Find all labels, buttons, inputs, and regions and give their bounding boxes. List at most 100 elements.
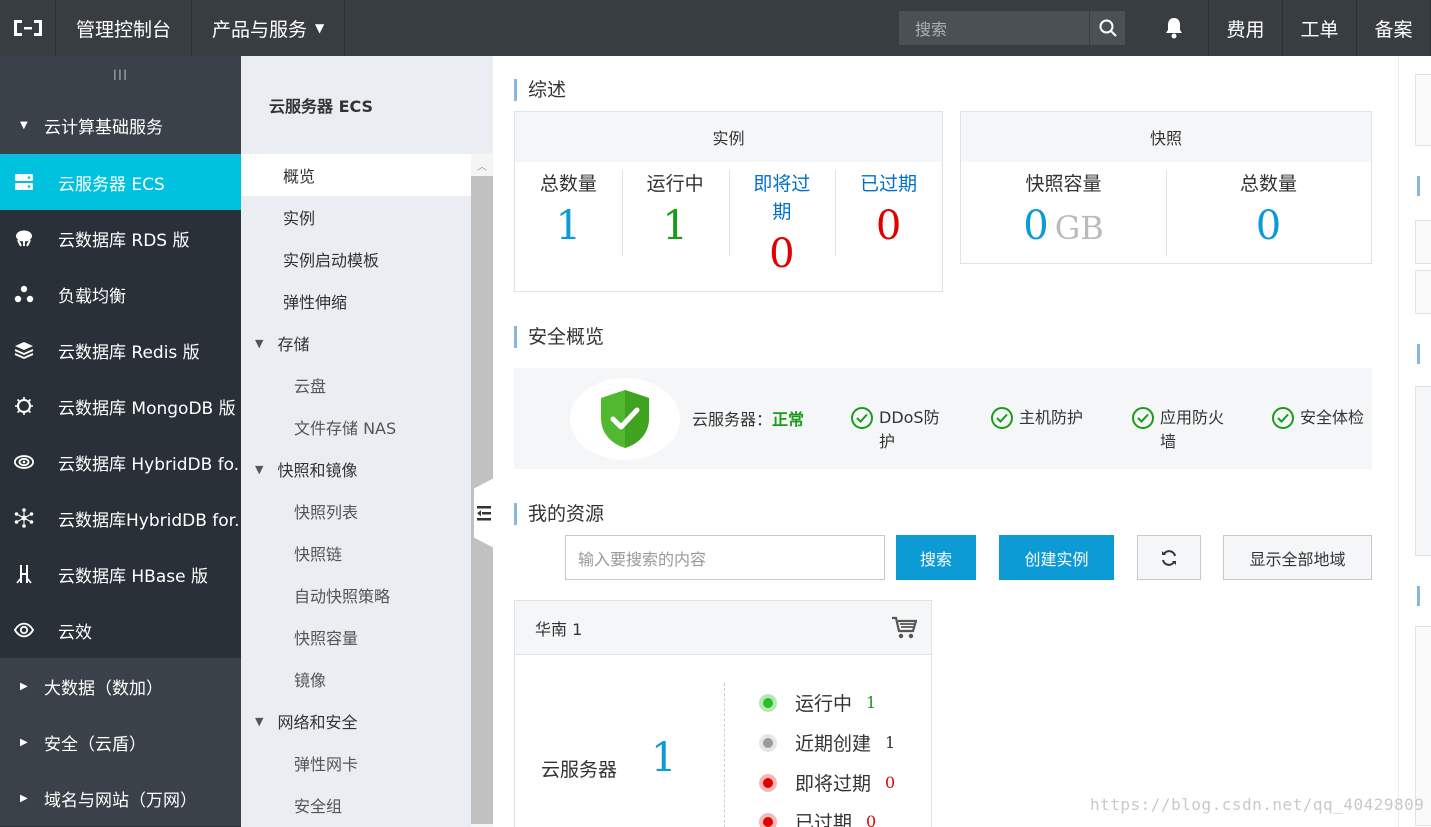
security-status: 云服务器：正常 (692, 406, 804, 430)
right-section-bar-3 (1417, 586, 1420, 606)
sub-nav-group[interactable]: ▼ 网络和安全 (241, 700, 471, 742)
nav-item-5[interactable]: 云数据库 HybridDB fo... (0, 434, 241, 490)
nav-item-label: 云效 (58, 622, 92, 643)
stat-total[interactable]: 总数量 1 (515, 162, 622, 290)
nav-group-label: 安全（云盾） (44, 734, 146, 755)
check-circle-icon (1132, 407, 1154, 429)
nav-item-label: 云数据库 MongoDB 版 (58, 398, 236, 419)
nav-group-collapsed-1[interactable]: ▶ 安全（云盾） (0, 714, 241, 770)
region-ecs-count[interactable]: 1 (651, 735, 676, 781)
region-status-row-3[interactable]: 已过期 0 (759, 808, 876, 827)
triangle-down-icon: ▼ (255, 336, 264, 350)
notifications-button[interactable] (1139, 0, 1209, 56)
sub-nav-item[interactable]: 镜像 (241, 658, 471, 700)
status-value: 1 (866, 693, 877, 712)
sub-nav-label: 概览 (283, 167, 316, 186)
nav-item-8[interactable]: 云效 (0, 602, 241, 658)
sub-nav-item[interactable]: 自动快照策略 (241, 574, 471, 616)
resource-search-button[interactable]: 搜索 (896, 535, 976, 580)
right-box-2 (1415, 220, 1431, 264)
nav-item-0[interactable]: 云服务器 ECS (0, 154, 241, 210)
region-ecs-label: 云服务器 (541, 759, 618, 781)
sub-nav-item[interactable]: 实例 (241, 196, 471, 238)
stat-running[interactable]: 运行中 1 (621, 162, 729, 290)
sub-nav-group[interactable]: ▼ 快照和镜像 (241, 448, 471, 490)
sub-nav-item[interactable]: 快照列表 (241, 490, 471, 532)
check-circle-icon (991, 407, 1013, 429)
status-dot-icon (759, 693, 777, 712)
sub-nav-group[interactable]: ▼ 存储 (241, 322, 471, 364)
status-dot-icon (759, 773, 777, 792)
sub-nav-label: 网络和安全 (277, 713, 358, 732)
sub-nav-item[interactable]: 实例启动模板 (241, 238, 471, 280)
security-status-value: 正常 (772, 410, 805, 429)
security-check-label: 应用防火墙 (1160, 406, 1250, 454)
nav-item-1[interactable]: 云数据库 RDS 版 (0, 210, 241, 266)
cart-icon[interactable] (891, 616, 917, 640)
top-search-input[interactable]: 搜索 (899, 11, 1089, 45)
stat-running-label: 运行中 (646, 173, 704, 195)
nav-group-cloud-basic[interactable]: ▼ 云计算基础服务 (0, 96, 241, 154)
sub-nav-item[interactable]: 快照链 (241, 532, 471, 574)
security-check-0[interactable]: DDoS防护 (851, 406, 969, 454)
triangle-down-icon: ▼ (255, 462, 264, 476)
nav-item-3[interactable]: 云数据库 Redis 版 (0, 322, 241, 378)
security-check-line2: 墙 (1160, 432, 1177, 451)
sub-nav-item[interactable]: 弹性网卡 (241, 742, 471, 784)
stat-expiring[interactable]: 即将过 期 0 (728, 162, 836, 290)
nav-item-6[interactable]: 云数据库HybridDB for... (0, 490, 241, 546)
nav-group-label: 域名与网站（万网） (44, 790, 197, 811)
right-column (1398, 56, 1431, 827)
sub-nav-item[interactable]: 概览 (241, 154, 471, 196)
region-status-row-2[interactable]: 即将过期 0 (759, 769, 895, 796)
status-label: 运行中 (795, 693, 853, 715)
nav-group-collapsed-0[interactable]: ▶ 大数据（数加） (0, 658, 241, 714)
sub-nav-item[interactable]: 安全组 (241, 784, 471, 826)
nav-group-collapsed-2[interactable]: ▶ 域名与网站（万网） (0, 770, 241, 826)
sub-nav-item[interactable]: 快照容量 (241, 616, 471, 658)
sub-nav-collapse-tab[interactable] (474, 478, 494, 548)
top-search-button[interactable] (1089, 11, 1125, 45)
stat-expired[interactable]: 已过期 0 (835, 162, 942, 290)
region-body: 云服务器 1 运行中 1 近期创建 1 即将过期 0 已过期 0 (515, 655, 931, 827)
resources-title: 我的资源 (514, 503, 604, 525)
stat-snapshot-total[interactable]: 总数量 0 (1166, 162, 1371, 262)
resource-search-input[interactable]: 输入要搜索的内容 (565, 535, 885, 580)
icp-link[interactable]: 备案 (1357, 0, 1431, 56)
security-check-2[interactable]: 应用防火墙 (1132, 406, 1250, 454)
nav-item-2[interactable]: 负载均衡 (0, 266, 241, 322)
products-menu[interactable]: 产品与服务 ▼ (192, 0, 346, 56)
sub-nav-item[interactable]: 文件存储 NAS (241, 406, 471, 448)
region-status-row-0[interactable]: 运行中 1 (759, 689, 876, 716)
security-check-3[interactable]: 安全体检 (1272, 406, 1390, 430)
security-check-1[interactable]: 主机防护 (991, 406, 1109, 430)
nav-collapse-handle[interactable]: III (0, 56, 241, 96)
server-icon (14, 172, 34, 192)
sub-nav-item[interactable]: 弹性伸缩 (241, 280, 471, 322)
triangle-right-icon: ▶ (20, 736, 28, 748)
billing-link[interactable]: 费用 (1209, 0, 1283, 56)
stat-snapshot-capacity[interactable]: 快照容量 0 GB (961, 162, 1166, 262)
snapshots-head: 快照 (961, 112, 1371, 162)
region-status-row-1[interactable]: 近期创建 1 (759, 729, 895, 756)
ticket-link[interactable]: 工单 (1283, 0, 1357, 56)
stat-running-value: 1 (662, 203, 688, 249)
show-all-regions-button[interactable]: 显示全部地域 (1223, 535, 1372, 580)
nav-item-7[interactable]: 云数据库 HBase 版 (0, 546, 241, 602)
scroll-up-icon[interactable]: ︿ (471, 154, 493, 176)
aliyun-logo[interactable] (0, 0, 56, 56)
sub-nav-title: 云服务器 ECS (269, 97, 374, 116)
right-box-4 (1415, 386, 1431, 556)
sub-nav-label: 云盘 (294, 377, 327, 396)
status-value: 0 (866, 812, 877, 827)
nav-item-4[interactable]: 云数据库 MongoDB 版 (0, 378, 241, 434)
console-link[interactable]: 管理控制台 (56, 0, 193, 56)
refresh-icon (1162, 549, 1176, 566)
top-bar: 管理控制台 产品与服务 ▼ 搜索 费用 工单 备案 (0, 0, 1431, 56)
sub-nav-label: 快照链 (294, 545, 343, 564)
snapshots-stats: 快照容量 0 GB 总数量 0 (961, 162, 1371, 262)
create-instance-button[interactable]: 创建实例 (999, 535, 1114, 580)
sub-nav-item[interactable]: 云盘 (241, 364, 471, 406)
refresh-button[interactable] (1137, 535, 1201, 580)
stat-capacity-label: 快照容量 (1025, 173, 1102, 195)
